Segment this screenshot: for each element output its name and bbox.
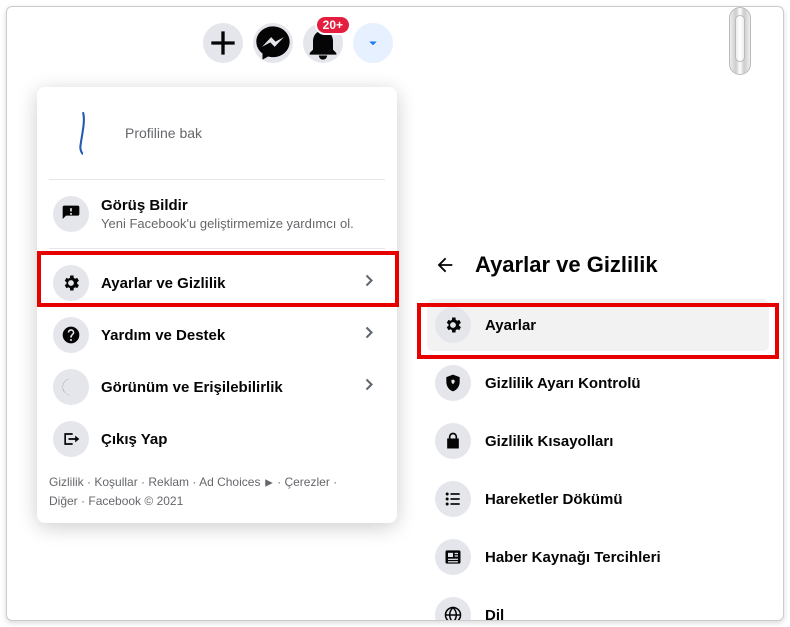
footer-adchoices[interactable]: Ad Choices	[199, 475, 260, 489]
footer-copyright: Facebook © 2021	[88, 494, 183, 508]
caret-down-icon	[364, 34, 382, 52]
arrow-left-icon	[434, 254, 456, 276]
logout-row[interactable]: Çıkış Yap	[45, 413, 389, 465]
account-menu-button[interactable]	[353, 23, 393, 63]
lock-icon	[435, 423, 471, 459]
settings-privacy-row[interactable]: Ayarlar ve Gizlilik	[45, 257, 389, 309]
profile-link[interactable]: Profiline bak	[45, 95, 389, 171]
footer-ads[interactable]: Reklam	[148, 475, 189, 489]
shield-heart-icon	[435, 365, 471, 401]
gear-icon	[435, 307, 471, 343]
submenu-privacycheck-row[interactable]: Gizlilik Ayarı Kontrolü	[427, 357, 769, 409]
settings-privacy-label: Ayarlar ve Gizlilik	[101, 275, 381, 292]
profile-subtitle: Profiline bak	[125, 125, 381, 141]
display-accessibility-row[interactable]: Görünüm ve Erişilebilirlik	[45, 361, 389, 413]
help-support-label: Yardım ve Destek	[101, 327, 381, 344]
notifications-button[interactable]: 20+	[303, 23, 343, 63]
help-icon	[53, 317, 89, 353]
footer-more[interactable]: Diğer	[49, 494, 78, 508]
display-accessibility-label: Görünüm ve Erişilebilirlik	[101, 379, 381, 396]
chevron-right-icon	[359, 375, 379, 400]
account-dropdown: Profiline bak Görüş Bildir Yeni Facebook…	[37, 87, 397, 523]
logout-label: Çıkış Yap	[101, 431, 381, 448]
create-button[interactable]	[203, 23, 243, 63]
chevron-right-icon	[359, 271, 379, 296]
paperclip-decor	[729, 7, 751, 75]
chevron-right-icon	[359, 323, 379, 348]
feedback-subtitle: Yeni Facebook'u geliştirmemize yardımcı …	[101, 216, 381, 231]
list-icon	[435, 481, 471, 517]
submenu-activitylog-label: Hareketler Dökümü	[485, 491, 623, 508]
globe-icon	[435, 597, 471, 621]
submenu-privacycheck-label: Gizlilik Ayarı Kontrolü	[485, 375, 641, 392]
frame: 20+ Profiline bak Görüş Bildir Yeni Face…	[6, 6, 784, 621]
feedback-title: Görüş Bildir	[101, 197, 381, 214]
messenger-icon	[253, 23, 293, 63]
submenu-language-label: Dil	[485, 607, 504, 622]
adchoices-icon	[264, 478, 274, 488]
footer-terms[interactable]: Koşullar	[94, 475, 137, 489]
submenu-language-row[interactable]: Dil	[427, 589, 769, 621]
submenu-newsfeed-label: Haber Kaynağı Tercihleri	[485, 549, 661, 566]
newsfeed-icon	[435, 539, 471, 575]
settings-privacy-submenu: Ayarlar ve Gizlilik Ayarlar Gizlilik Aya…	[419, 239, 777, 621]
footer-links: Gizlilik · Koşullar · Reklam · Ad Choice…	[45, 465, 389, 515]
divider	[49, 179, 385, 180]
moon-icon	[53, 369, 89, 405]
divider	[49, 248, 385, 249]
notification-badge: 20+	[315, 15, 351, 35]
footer-privacy[interactable]: Gizlilik	[49, 475, 84, 489]
avatar	[53, 103, 113, 163]
feedback-row[interactable]: Görüş Bildir Yeni Facebook'u geliştirmem…	[45, 188, 389, 240]
submenu-settings-row[interactable]: Ayarlar	[427, 299, 769, 351]
back-button[interactable]	[431, 251, 459, 279]
messenger-button[interactable]	[253, 23, 293, 63]
logout-icon	[53, 421, 89, 457]
submenu-activitylog-row[interactable]: Hareketler Dökümü	[427, 473, 769, 525]
submenu-settings-label: Ayarlar	[485, 317, 536, 334]
submenu-newsfeed-row[interactable]: Haber Kaynağı Tercihleri	[427, 531, 769, 583]
footer-cookies[interactable]: Çerezler	[284, 475, 329, 489]
submenu-title: Ayarlar ve Gizlilik	[475, 252, 658, 278]
top-icon-bar: 20+	[203, 23, 393, 63]
submenu-privacyshortcuts-row[interactable]: Gizlilik Kısayolları	[427, 415, 769, 467]
feedback-icon	[53, 196, 89, 232]
help-support-row[interactable]: Yardım ve Destek	[45, 309, 389, 361]
submenu-privacyshortcuts-label: Gizlilik Kısayolları	[485, 433, 613, 450]
submenu-header: Ayarlar ve Gizlilik	[427, 247, 769, 299]
gear-icon	[53, 265, 89, 301]
plus-icon	[203, 23, 243, 63]
